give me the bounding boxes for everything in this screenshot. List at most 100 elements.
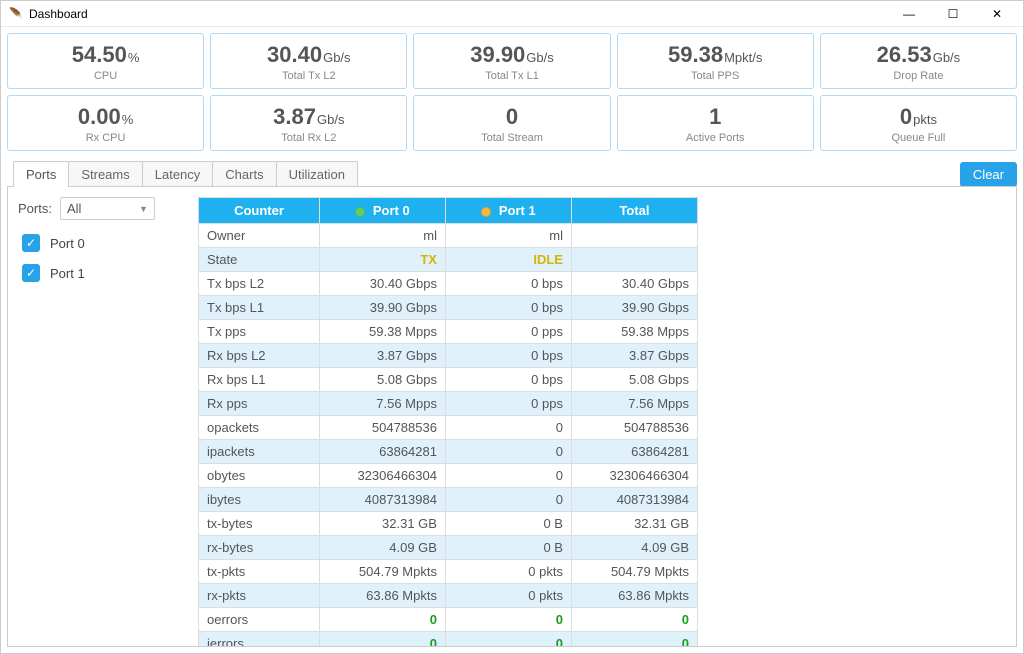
tab-charts[interactable]: Charts: [212, 161, 276, 187]
cell-label: ipackets: [199, 440, 320, 464]
cell-port1: 0 pps: [445, 320, 571, 344]
card-value: 3.87: [273, 104, 316, 129]
table-row: opackets5047885360504788536: [199, 416, 698, 440]
table-row: ierrors000: [199, 632, 698, 648]
table-body: OwnermlmlStateTXIDLETx bps L230.40 Gbps0…: [199, 224, 698, 648]
card-unit: Gb/s: [526, 50, 553, 65]
port-check-label: Port 0: [50, 236, 85, 251]
table-row: obytes32306466304032306466304: [199, 464, 698, 488]
bottom-card-3: 1Active Ports: [617, 95, 814, 151]
cell-port0: 4087313984: [319, 488, 445, 512]
minimize-button[interactable]: —: [887, 1, 931, 26]
chevron-down-icon: ▼: [139, 204, 148, 214]
cell-port0: 63.86 Mpkts: [319, 584, 445, 608]
cell-port1: 0 B: [445, 536, 571, 560]
tab-utilization[interactable]: Utilization: [276, 161, 358, 187]
card-value-line: 1: [622, 104, 809, 130]
card-value-line: 0: [418, 104, 605, 130]
cell-port0: 0: [319, 632, 445, 648]
cell-port0: 3.87 Gbps: [319, 344, 445, 368]
cell-label: rx-bytes: [199, 536, 320, 560]
cell-port0: 5.08 Gbps: [319, 368, 445, 392]
cell-port1: 0 B: [445, 512, 571, 536]
cell-port1: ml: [445, 224, 571, 248]
cell-port1: 0 bps: [445, 368, 571, 392]
cell-total: 30.40 Gbps: [571, 272, 697, 296]
tab-latency[interactable]: Latency: [142, 161, 214, 187]
table-row: Rx bps L23.87 Gbps0 bps3.87 Gbps: [199, 344, 698, 368]
card-label: Total Tx L1: [418, 70, 605, 82]
cell-total: 3.87 Gbps: [571, 344, 697, 368]
card-label: CPU: [12, 70, 199, 82]
cell-label: Rx bps L1: [199, 368, 320, 392]
ports-filter-select[interactable]: All ▼: [60, 197, 155, 220]
cell-label: Rx bps L2: [199, 344, 320, 368]
bottom-card-0: 0.00%Rx CPU: [7, 95, 204, 151]
top-card-1: 30.40Gb/sTotal Tx L2: [210, 33, 407, 89]
port-check-row-1: ✓ Port 1: [22, 264, 188, 282]
top-card-2: 39.90Gb/sTotal Tx L1: [413, 33, 610, 89]
window-controls: — ☐ ✕: [887, 1, 1019, 26]
col-port0-label: Port 0: [373, 203, 410, 218]
cell-total: 5.08 Gbps: [571, 368, 697, 392]
cell-total: 0: [571, 632, 697, 648]
port-checkbox-1[interactable]: ✓: [22, 264, 40, 282]
maximize-button[interactable]: ☐: [931, 1, 975, 26]
table-row: Tx pps59.38 Mpps0 pps59.38 Mpps: [199, 320, 698, 344]
cell-port0: 32306466304: [319, 464, 445, 488]
cell-label: Owner: [199, 224, 320, 248]
card-value-line: 3.87Gb/s: [215, 104, 402, 130]
cell-port0: TX: [319, 248, 445, 272]
card-value-line: 0.00%: [12, 104, 199, 130]
cell-port0: 63864281: [319, 440, 445, 464]
window-title: Dashboard: [29, 7, 887, 21]
table-row: rx-pkts63.86 Mpkts0 pkts63.86 Mpkts: [199, 584, 698, 608]
port0-status-icon: [355, 207, 365, 217]
app-window: 🪶 Dashboard — ☐ ✕ 54.50%CPU30.40Gb/sTota…: [0, 0, 1024, 654]
card-value: 0: [900, 104, 912, 129]
cell-label: ierrors: [199, 632, 320, 648]
table-row: ipackets63864281063864281: [199, 440, 698, 464]
card-label: Queue Full: [825, 132, 1012, 144]
cell-total: 59.38 Mpps: [571, 320, 697, 344]
cell-port1: 0: [445, 440, 571, 464]
cell-label: ibytes: [199, 488, 320, 512]
card-unit: Gb/s: [317, 112, 344, 127]
cell-total: 32.31 GB: [571, 512, 697, 536]
col-total: Total: [571, 198, 697, 224]
card-unit: Gb/s: [323, 50, 350, 65]
cell-label: tx-bytes: [199, 512, 320, 536]
close-button[interactable]: ✕: [975, 1, 1019, 26]
cell-port0: 59.38 Mpps: [319, 320, 445, 344]
table-row: rx-bytes4.09 GB0 B4.09 GB: [199, 536, 698, 560]
cell-total: 63.86 Mpkts: [571, 584, 697, 608]
cell-label: opackets: [199, 416, 320, 440]
ports-filter-row: Ports: All ▼: [18, 197, 188, 220]
cell-port0: 0: [319, 608, 445, 632]
cell-port0: ml: [319, 224, 445, 248]
col-port1: Port 1: [445, 198, 571, 224]
cell-total: 504.79 Mpkts: [571, 560, 697, 584]
port-checkbox-0[interactable]: ✓: [22, 234, 40, 252]
card-value-line: 59.38Mpkt/s: [622, 42, 809, 68]
cell-port1: 0 bps: [445, 344, 571, 368]
cell-port0: 39.90 Gbps: [319, 296, 445, 320]
card-value: 30.40: [267, 42, 322, 67]
cell-total: 0: [571, 608, 697, 632]
tab-streams[interactable]: Streams: [68, 161, 142, 187]
card-value-line: 0pkts: [825, 104, 1012, 130]
cell-total: [571, 248, 697, 272]
table-row: oerrors000: [199, 608, 698, 632]
cell-total: 504788536: [571, 416, 697, 440]
card-value: 59.38: [668, 42, 723, 67]
cell-total: 4.09 GB: [571, 536, 697, 560]
top-card-0: 54.50% CPU: [7, 33, 204, 89]
port-check-label: Port 1: [50, 266, 85, 281]
bottom-card-2: 0Total Stream: [413, 95, 610, 151]
card-value-line: 54.50%: [12, 42, 199, 68]
cell-total: 39.90 Gbps: [571, 296, 697, 320]
cell-label: Tx bps L2: [199, 272, 320, 296]
cell-label: oerrors: [199, 608, 320, 632]
clear-button[interactable]: Clear: [960, 162, 1017, 187]
tab-ports[interactable]: Ports: [13, 161, 69, 187]
